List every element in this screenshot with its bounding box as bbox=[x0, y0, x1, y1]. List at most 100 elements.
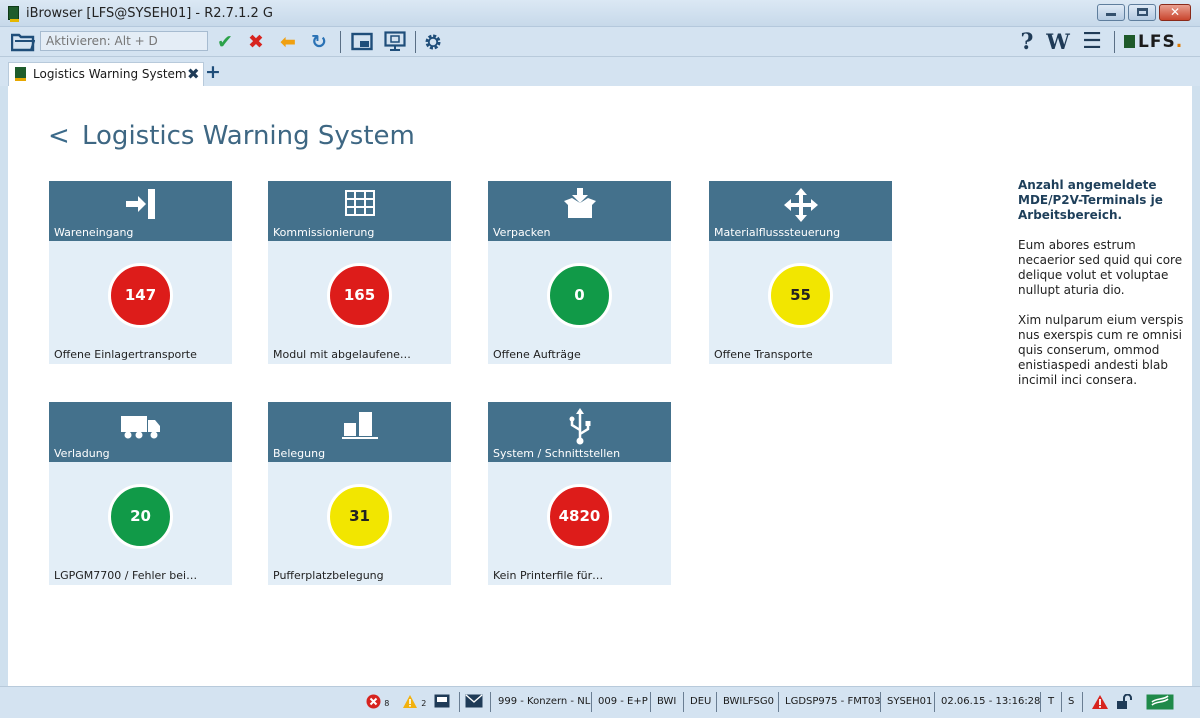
lfs-status-button[interactable] bbox=[1146, 694, 1174, 713]
status-datetime: 02.06.15 - 13:16:28 bbox=[941, 696, 1041, 707]
toolbar: ✔ ✖ ⬅ ↻ ? W ☰ LFS. bbox=[0, 27, 1200, 57]
warning-count: 2 bbox=[421, 699, 427, 708]
status-t[interactable]: T bbox=[1048, 694, 1054, 710]
info-paragraph: Eum abores estrum necaerior sed quid qui… bbox=[1018, 238, 1183, 297]
status-badge: 147 bbox=[108, 263, 173, 328]
occupancy-icon bbox=[268, 408, 451, 446]
status-divider bbox=[683, 692, 684, 712]
tile-header: Wareneingang bbox=[49, 181, 232, 241]
cross-icon: ✖ bbox=[248, 31, 264, 53]
tile-verladung[interactable]: Verladung 20 LGPGM7700 / Fehler bei… bbox=[49, 402, 232, 585]
alert-button[interactable] bbox=[1091, 694, 1109, 713]
status-site: 009 - E+P bbox=[598, 696, 648, 707]
maximize-icon bbox=[1136, 8, 1148, 16]
minimize-button[interactable] bbox=[1097, 4, 1125, 21]
tile-subtitle: Offene Transporte bbox=[714, 348, 813, 361]
toolbar-divider bbox=[340, 31, 341, 53]
material-flow-icon bbox=[709, 187, 892, 227]
messages-button[interactable] bbox=[434, 694, 450, 712]
status-host: SYSEH01 bbox=[887, 696, 933, 707]
status-divider bbox=[716, 692, 717, 712]
open-folder-button[interactable] bbox=[10, 30, 36, 54]
alert-icon bbox=[1092, 695, 1108, 709]
mail-icon bbox=[465, 694, 483, 708]
tile-subtitle: LGPGM7700 / Fehler bei… bbox=[54, 569, 198, 582]
status-badge: 20 bbox=[108, 484, 173, 549]
warning-indicator[interactable]: 2 bbox=[402, 694, 426, 712]
close-window-button[interactable]: ✕ bbox=[1159, 4, 1191, 21]
tile-wareneingang[interactable]: Wareneingang 147 Offene Einlagertranspor… bbox=[49, 181, 232, 364]
status-s[interactable]: S bbox=[1068, 694, 1074, 710]
arrow-left-icon: ⬅ bbox=[280, 31, 296, 53]
usb-icon bbox=[488, 408, 671, 450]
status-divider bbox=[459, 692, 460, 712]
status-language: DEU bbox=[690, 696, 712, 707]
new-window-button[interactable] bbox=[348, 30, 376, 54]
title-bar: iBrowser [LFS@SYSEH01] - R2.7.1.2 G ✕ bbox=[0, 0, 1200, 27]
tab-logistics-warning-system[interactable]: Logistics Warning System ✖ bbox=[8, 62, 204, 86]
wiki-button[interactable]: W bbox=[1044, 30, 1072, 54]
cancel-button[interactable]: ✖ bbox=[244, 30, 268, 54]
tile-materialflusssteuerung[interactable]: Materialflusssteuerung 55 Offene Transpo… bbox=[709, 181, 892, 364]
info-paragraph: Xim nulparum eium verspis nus exerspis c… bbox=[1018, 313, 1184, 387]
error-icon bbox=[366, 694, 381, 709]
close-tab-icon[interactable]: ✖ bbox=[187, 65, 200, 83]
lfs-logo: LFS. bbox=[1124, 31, 1183, 53]
tab-bar: Logistics Warning System ✖ bbox=[0, 57, 1200, 86]
status-badge: 55 bbox=[768, 263, 833, 328]
status-user: BWILFSG0 bbox=[723, 696, 774, 707]
address-input[interactable] bbox=[40, 31, 208, 51]
add-tab-icon[interactable]: + bbox=[205, 61, 221, 83]
tile-system-schnittstellen[interactable]: System / Schnittstellen 4820 Kein Printe… bbox=[488, 402, 671, 585]
tile-subtitle: Offene Aufträge bbox=[493, 348, 581, 361]
tile-title: Materialflusssteuerung bbox=[714, 226, 841, 239]
status-badge: 165 bbox=[327, 263, 392, 328]
refresh-icon: ↻ bbox=[311, 31, 327, 53]
menu-button[interactable]: ☰ bbox=[1078, 30, 1106, 54]
mail-button[interactable] bbox=[465, 694, 483, 712]
page-title: Logistics Warning System bbox=[82, 121, 415, 151]
settings-button[interactable] bbox=[420, 30, 446, 54]
toolbar-divider bbox=[415, 31, 416, 53]
help-button[interactable]: ? bbox=[1017, 30, 1037, 54]
info-panel: Anzahl angemeldete MDE/P2V-Terminals je … bbox=[1018, 178, 1184, 403]
refresh-button[interactable]: ↻ bbox=[306, 30, 332, 54]
check-icon: ✔ bbox=[217, 31, 233, 53]
error-indicator[interactable]: 8 bbox=[366, 694, 389, 712]
remote-desktop-button[interactable] bbox=[381, 30, 409, 54]
tab-label: Logistics Warning System bbox=[33, 67, 187, 81]
status-badge: 4820 bbox=[547, 484, 612, 549]
lock-button[interactable] bbox=[1116, 693, 1134, 713]
tile-header: System / Schnittstellen bbox=[488, 402, 671, 462]
app-icon bbox=[15, 67, 26, 81]
packing-icon bbox=[488, 187, 671, 225]
maximize-button[interactable] bbox=[1128, 4, 1156, 21]
app-icon bbox=[8, 6, 19, 22]
error-count: 8 bbox=[384, 699, 390, 708]
status-company: 999 - Konzern - NL bbox=[498, 696, 591, 707]
tile-header: Belegung bbox=[268, 402, 451, 462]
window-icon bbox=[351, 32, 373, 51]
tile-title: System / Schnittstellen bbox=[493, 447, 621, 460]
status-divider bbox=[490, 692, 491, 712]
picking-icon bbox=[268, 187, 451, 225]
window-title: iBrowser [LFS@SYSEH01] - R2.7.1.2 G bbox=[26, 6, 273, 21]
status-divider bbox=[1061, 692, 1062, 712]
tile-verpacken[interactable]: Verpacken 0 Offene Aufträge bbox=[488, 181, 671, 364]
tile-belegung[interactable]: Belegung 31 Pufferplatzbelegung bbox=[268, 402, 451, 585]
tile-header: Materialflusssteuerung bbox=[709, 181, 892, 241]
main-content: < Logistics Warning System Wareneingang … bbox=[8, 86, 1192, 686]
truck-icon bbox=[49, 408, 232, 446]
confirm-button[interactable]: ✔ bbox=[213, 30, 237, 54]
back-button[interactable]: ⬅ bbox=[275, 30, 301, 54]
lfs-status-icon bbox=[1146, 694, 1174, 710]
toolbar-divider bbox=[1114, 31, 1115, 53]
status-printer: LGDSP975 - FMT03 bbox=[785, 696, 881, 707]
warning-icon bbox=[403, 695, 417, 708]
gear-icon bbox=[425, 34, 441, 50]
message-icon bbox=[434, 694, 450, 708]
status-divider bbox=[1082, 692, 1083, 712]
tile-kommissionierung[interactable]: Kommissionierung 165 Modul mit abgelaufe… bbox=[268, 181, 451, 364]
back-icon[interactable]: < bbox=[48, 116, 70, 156]
status-divider bbox=[934, 692, 935, 712]
